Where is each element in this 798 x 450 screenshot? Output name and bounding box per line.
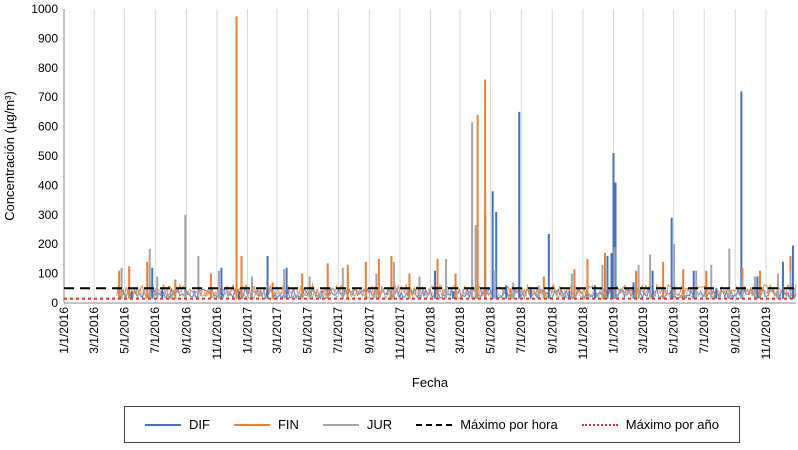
- x-tick-label: 1/1/2018: [424, 307, 438, 354]
- legend-swatch: [233, 423, 270, 426]
- x-tick-label: 7/1/2019: [697, 307, 711, 354]
- legend: DIF FIN JUR Máximo por hora Máximo por año: [124, 406, 740, 443]
- legend-swatch: [145, 423, 181, 426]
- legend-item: JUR: [322, 417, 393, 432]
- y-tick-label: 0: [51, 296, 58, 310]
- legend-item: FIN: [233, 417, 299, 432]
- x-tick-label: 11/1/2017: [393, 307, 407, 360]
- legend-label: Máximo por año: [625, 417, 719, 432]
- x-tick-label: 1/1/2019: [607, 307, 621, 354]
- x-tick-label: 5/1/2018: [484, 307, 498, 354]
- y-tick-label: 100: [38, 267, 58, 281]
- legend-label: Máximo por hora: [460, 417, 558, 432]
- x-tick-label: 9/1/2018: [545, 307, 559, 354]
- x-axis-label: Fecha: [412, 375, 449, 390]
- y-tick-label: 500: [38, 149, 58, 163]
- y-tick-label: 700: [38, 90, 58, 104]
- x-tick-label: 9/1/2019: [728, 307, 742, 354]
- legend-item: Máximo por hora: [416, 417, 558, 432]
- x-tick-label: 7/1/2016: [148, 307, 162, 354]
- legend-item: DIF: [145, 417, 210, 432]
- x-tick-label: 5/1/2016: [118, 307, 132, 354]
- legend-label: DIF: [189, 417, 210, 432]
- x-tick-label: 1/1/2016: [57, 307, 71, 354]
- chart: 1/1/2016 3/1/2016 5/1/2016 7/1/2016 9/1/2016…: [0, 0, 798, 445]
- y-tick-label: 200: [38, 237, 58, 251]
- legend-label: JUR: [366, 417, 393, 432]
- x-tick-label: 3/1/2019: [636, 307, 650, 354]
- legend-swatch: [581, 423, 618, 426]
- x-tick-label: 3/1/2017: [270, 307, 284, 354]
- chart-plot: 1/1/2016 3/1/2016 5/1/2016 7/1/2016 9/1/2016…: [2, 2, 797, 390]
- x-tick-label: 3/1/2018: [453, 307, 467, 354]
- x-tick-label: 11/1/2016: [210, 307, 224, 360]
- y-tick-label: 900: [38, 31, 58, 45]
- x-tick-label: 9/1/2017: [362, 307, 376, 354]
- legend-item: Máximo por año: [581, 417, 719, 432]
- legend-label: FIN: [277, 417, 299, 432]
- x-tick-label: 1/1/2017: [241, 307, 255, 354]
- y-tick-label: 400: [38, 178, 58, 192]
- x-tick-label: 7/1/2017: [331, 307, 345, 354]
- x-tick-label: 5/1/2017: [301, 307, 315, 354]
- legend-swatch: [416, 423, 453, 426]
- y-tick-label: 600: [38, 120, 58, 134]
- y-axis-label: Concentración (µg/m³): [2, 91, 17, 221]
- x-tick-label: 5/1/2019: [667, 307, 681, 354]
- x-tick-label: 11/1/2019: [759, 307, 773, 360]
- x-tick-label: 9/1/2016: [179, 307, 193, 354]
- x-tick-label: 3/1/2016: [87, 307, 101, 354]
- x-tick-label: 7/1/2018: [514, 307, 528, 354]
- y-tick-label: 300: [38, 208, 58, 222]
- legend-swatch: [322, 423, 359, 426]
- y-tick-label: 800: [38, 61, 58, 75]
- y-tick-label: 1000: [31, 2, 58, 16]
- x-tick-label: 11/1/2018: [576, 307, 590, 360]
